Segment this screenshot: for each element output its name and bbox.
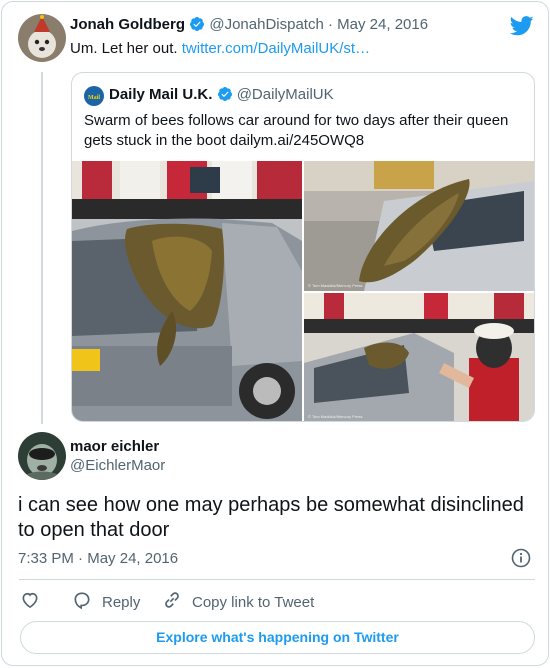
reply-label: Reply [102,593,141,611]
bee-car-photo-side[interactable]: © Tom Maddick/Mercury Press [304,161,534,291]
tweet-text: Um. Let her out. twitter.com/DailyMailUK… [70,40,370,57]
link-icon [162,590,182,614]
tweet-header: Jonah Goldberg @JonahDispatch · May 24, … [70,16,428,36]
tweet-date[interactable]: May 24, 2016 [337,16,428,33]
reply-button[interactable]: Reply [72,590,140,614]
reply-date: May 24, 2016 [87,550,179,567]
reply-icon [72,590,92,614]
thread-line [41,72,43,424]
quote-text: Swarm of bees follows car around for two… [84,111,508,151]
beekeeper-photo[interactable]: © Tom Maddick/Mercury Press [304,293,534,422]
copy-link-button[interactable]: Copy link to Tweet [162,590,314,614]
reply-time: 7:33 PM [18,550,74,567]
info-icon[interactable] [511,548,531,573]
quote-text-line: Swarm of bees follows car around for two… [84,112,509,129]
quote-header: Daily Mail U.K. @DailyMailUK [109,86,334,106]
photo-credit: © Tom Maddick/Mercury Press [308,283,362,288]
avatar-maor[interactable] [18,432,66,480]
author-name[interactable]: Jonah Goldberg [70,16,185,33]
quote-media-grid: © Tom Maddick/Mercury Press © Tom Maddic… [72,161,534,422]
like-button[interactable] [20,590,40,614]
twitter-bird-icon[interactable] [509,16,534,41]
reply-text-line: to open that door [18,519,170,541]
tweet-link[interactable]: twitter.com/DailyMailUK/st… [182,40,370,57]
divider [19,579,535,580]
reply-author-handle[interactable]: @EichlerMaor [70,457,165,474]
quote-text-line: gets stuck in the boot dailym.ai/245OWQ8 [84,132,365,149]
separator-dot: · [328,16,333,33]
quote-author-handle[interactable]: @DailyMailUK [237,86,334,103]
embedded-tweet-card: Jonah Goldberg @JonahDispatch · May 24, … [1,1,549,666]
quoted-tweet[interactable]: Mail Daily Mail U.K. @DailyMailUK Swarm … [71,72,535,422]
verified-badge-icon [189,16,205,36]
heart-icon [20,590,40,614]
reply-author-name[interactable]: maor eichler [70,438,165,455]
photo-credit: © Tom Maddick/Mercury Press [308,414,362,419]
copy-link-label: Copy link to Tweet [192,593,315,611]
quote-author-name[interactable]: Daily Mail U.K. [109,86,212,103]
explore-button[interactable]: Explore what's happening on Twitter [20,621,535,654]
bee-car-photo-main[interactable] [72,161,302,422]
separator-dot: · [78,550,84,567]
reply-header: maor eichler @EichlerMaor [70,438,165,474]
reply-text-line: i can see how one may perhaps be somewha… [18,494,524,516]
avatar-dailymail[interactable]: Mail [84,86,104,106]
verified-badge-icon [217,86,233,106]
author-handle[interactable]: @JonahDispatch [209,16,323,33]
avatar-jonah[interactable] [18,14,66,62]
reply-text: i can see how one may perhaps be somewha… [18,493,524,543]
dailymail-avatar-text: Mail [88,95,100,101]
reply-timestamp[interactable]: 7:33 PM · May 24, 2016 [18,550,178,567]
tweet-body: Um. Let her out. [70,40,178,57]
